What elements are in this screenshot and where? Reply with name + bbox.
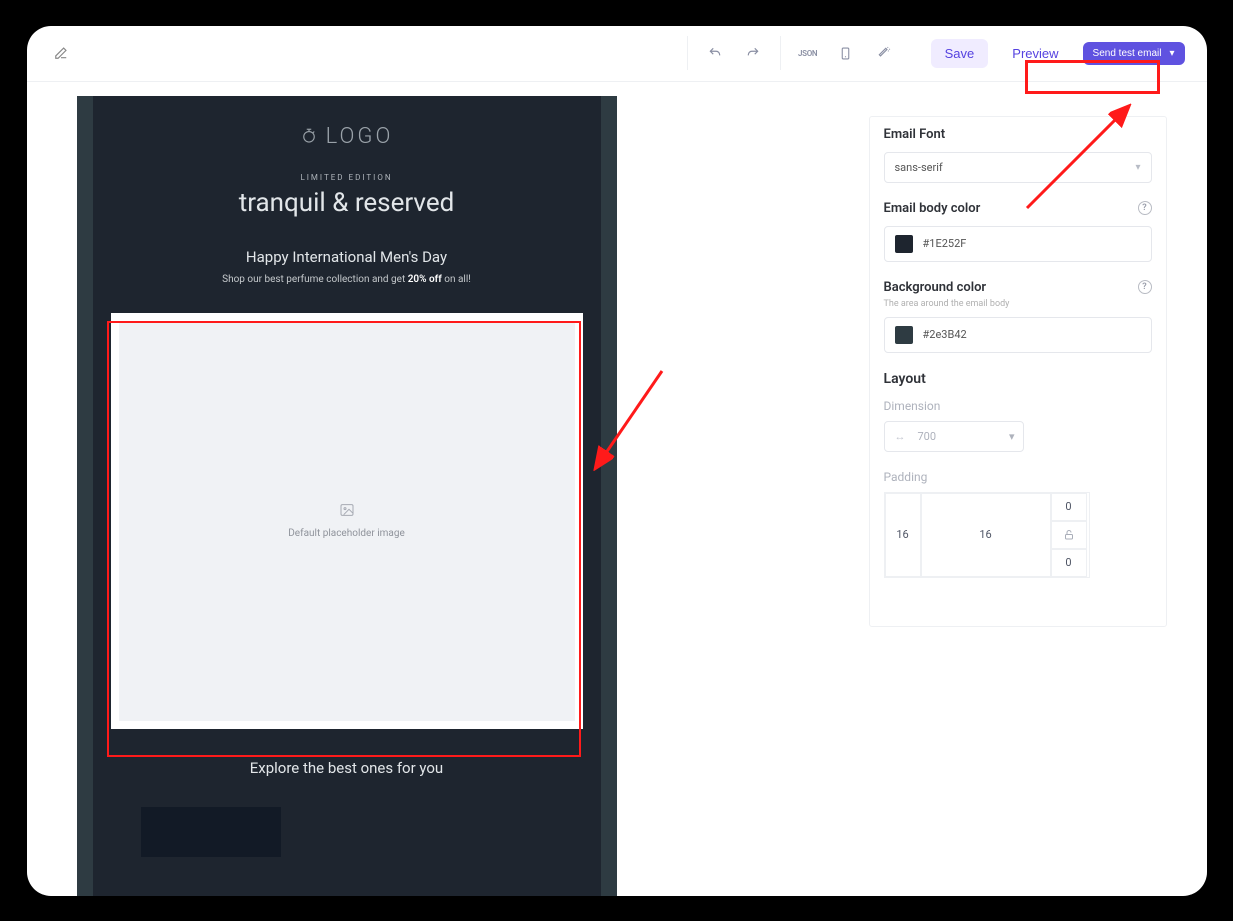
dimension-label: Dimension (884, 399, 1152, 413)
padding-grid: 16 0 16 0 (884, 492, 1090, 578)
email-body: LOGO LIMITED EDITION tranquil & reserved… (93, 96, 601, 896)
padding-lock-icon[interactable] (1051, 521, 1087, 549)
phone-preview-icon[interactable] (831, 38, 861, 68)
tagline: Shop our best perfume collection and get… (111, 274, 583, 285)
padding-top-input[interactable]: 0 (1051, 493, 1087, 521)
headline: tranquil & reserved (111, 188, 583, 218)
magic-icon[interactable] (869, 38, 899, 68)
app-frame: JSON Save Preview Send test email ▾ (27, 26, 1207, 896)
image-block[interactable]: Default placeholder image (111, 313, 583, 729)
image-icon (338, 502, 356, 518)
logo-icon (300, 127, 318, 145)
json-button[interactable]: JSON (793, 38, 823, 68)
send-test-email-button[interactable]: Send test email ▾ (1083, 42, 1185, 65)
logo-text: LOGO (326, 124, 394, 149)
body-color-label: Email body color (884, 201, 981, 216)
bg-color-value: #2e3B42 (923, 328, 967, 341)
dimension-value: 700 (918, 430, 937, 443)
chevron-down-icon: ▾ (1009, 430, 1015, 443)
limited-edition-label: LIMITED EDITION (111, 173, 583, 182)
font-value: sans-serif (895, 161, 943, 174)
subheadline: Happy International Men's Day (111, 248, 583, 266)
logo: LOGO (111, 124, 583, 149)
bg-color-helper: The area around the email body (884, 299, 1152, 309)
dimension-select[interactable]: ↔ 700 ▾ (884, 421, 1024, 452)
help-icon[interactable]: ? (1138, 280, 1152, 294)
width-icon: ↔ (895, 430, 906, 443)
undo-icon[interactable] (700, 38, 730, 68)
body-color-value: #1E252F (923, 237, 967, 250)
placeholder-label: Default placeholder image (288, 528, 405, 539)
padding-label: Padding (884, 470, 1152, 484)
body-color-input[interactable]: #1E252F (884, 226, 1152, 262)
send-test-label: Send test email (1093, 48, 1162, 59)
chevron-down-icon: ▾ (1135, 162, 1140, 173)
product-block (141, 807, 281, 857)
padding-bottom-input[interactable]: 0 (1051, 549, 1087, 577)
body-color-swatch (895, 235, 913, 253)
explore-text: Explore the best ones for you (111, 759, 583, 777)
bg-color-input[interactable]: #2e3B42 (884, 317, 1152, 353)
settings-panel: Email Font sans-serif ▾ Email body color… (869, 116, 1167, 627)
bg-color-label: Background color (884, 280, 987, 295)
image-placeholder: Default placeholder image (119, 321, 575, 721)
email-canvas[interactable]: LOGO LIMITED EDITION tranquil & reserved… (77, 96, 617, 896)
save-button[interactable]: Save (931, 39, 989, 68)
redo-icon[interactable] (738, 38, 768, 68)
help-icon[interactable]: ? (1138, 201, 1152, 215)
font-label: Email Font (884, 127, 1152, 142)
topbar: JSON Save Preview Send test email ▾ (27, 26, 1207, 82)
layout-heading: Layout (884, 371, 1152, 387)
edit-icon[interactable] (49, 41, 73, 65)
preview-button[interactable]: Preview (998, 39, 1072, 68)
font-select[interactable]: sans-serif ▾ (884, 152, 1152, 183)
bg-color-swatch (895, 326, 913, 344)
chevron-down-icon: ▾ (1169, 48, 1174, 59)
padding-left-input[interactable]: 16 (885, 493, 921, 577)
padding-right-input[interactable]: 16 (921, 493, 1051, 577)
email-background: LOGO LIMITED EDITION tranquil & reserved… (77, 96, 617, 896)
